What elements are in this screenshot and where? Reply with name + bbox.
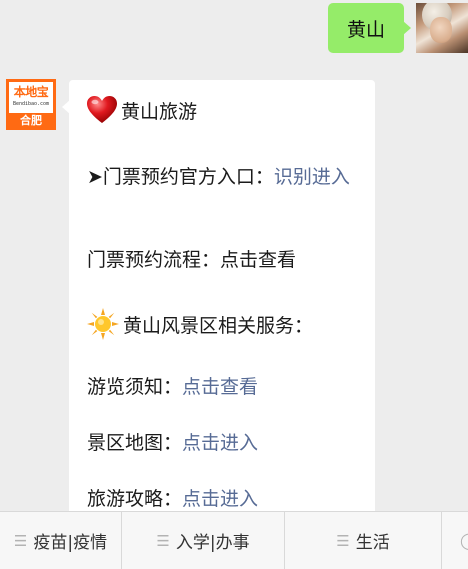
menu-lines-icon: ☰ (156, 531, 170, 550)
scenic-map-link[interactable]: 点击进入 (182, 432, 258, 454)
user-message-bubble[interactable]: 黄山 (328, 3, 411, 53)
scenic-map-label: 景区地图： (87, 432, 183, 454)
ticket-entry-label: ➤门票预约官方入口： (87, 166, 274, 188)
menu-item-label: 入学|办事 (175, 533, 250, 553)
card-title-row: 黄山旅游 (87, 96, 361, 126)
visit-notice-label: 游览须知： (87, 376, 183, 398)
scenic-map-row: 景区地图：点击进入 (87, 430, 361, 457)
travel-guide-link[interactable]: 点击进入 (182, 488, 258, 510)
services-heading-row: 黄山风景区相关服务： (87, 308, 361, 340)
menu-lines-icon: ☰ (13, 531, 28, 550)
logo-sub-text: Bendibao.com (12, 101, 50, 107)
heart-icon (87, 96, 117, 124)
menu-item-more[interactable]: ◯ (442, 512, 468, 569)
bot-avatar[interactable]: 本地宝 Bendibao.com 合肥 (6, 79, 56, 130)
visit-notice-link[interactable]: 点击查看 (182, 376, 258, 398)
travel-guide-row: 旅游攻略：点击进入 (87, 486, 361, 513)
ticket-process-row[interactable]: 门票预约流程：点击查看 (87, 247, 361, 274)
bendibao-logo: 本地宝 Bendibao.com (9, 82, 53, 113)
ticket-process-text: 门票预约流程：点击查看 (87, 249, 297, 271)
menu-lines-icon: ☰ (336, 531, 350, 550)
services-heading: 黄山风景区相关服务： (123, 315, 314, 337)
city-label: 合肥 (20, 114, 42, 127)
ticket-entry-link[interactable]: 识别进入 (274, 166, 350, 188)
bottom-menu-bar: ☰ 疫苗|疫情 ☰ 入学|办事 ☰ 生活 ◯ (0, 511, 468, 569)
user-message-text: 黄山 (346, 18, 385, 41)
menu-item-vaccine[interactable]: ☰ 疫苗|疫情 (0, 512, 122, 569)
visit-notice-row: 游览须知：点击查看 (87, 374, 361, 401)
travel-guide-label: 旅游攻略： (87, 488, 183, 510)
menu-item-label: 生活 (355, 533, 390, 553)
bot-message-card: 黄山旅游 ➤门票预约官方入口：识别进入 门票预约流程：点击查看 黄山风景区相关服… (62, 80, 375, 550)
ticket-entry-row: ➤门票预约官方入口：识别进入 (87, 164, 361, 191)
menu-item-label: 疫苗|疫情 (33, 533, 108, 553)
sun-icon (87, 308, 119, 340)
menu-item-enrollment[interactable]: ☰ 入学|办事 (122, 512, 285, 569)
circle-icon: ◯ (460, 531, 468, 550)
menu-item-life[interactable]: ☰ 生活 (285, 512, 442, 569)
logo-main-text: 本地宝 (13, 85, 49, 99)
user-avatar[interactable] (416, 3, 468, 53)
card-title: 黄山旅游 (121, 101, 198, 123)
